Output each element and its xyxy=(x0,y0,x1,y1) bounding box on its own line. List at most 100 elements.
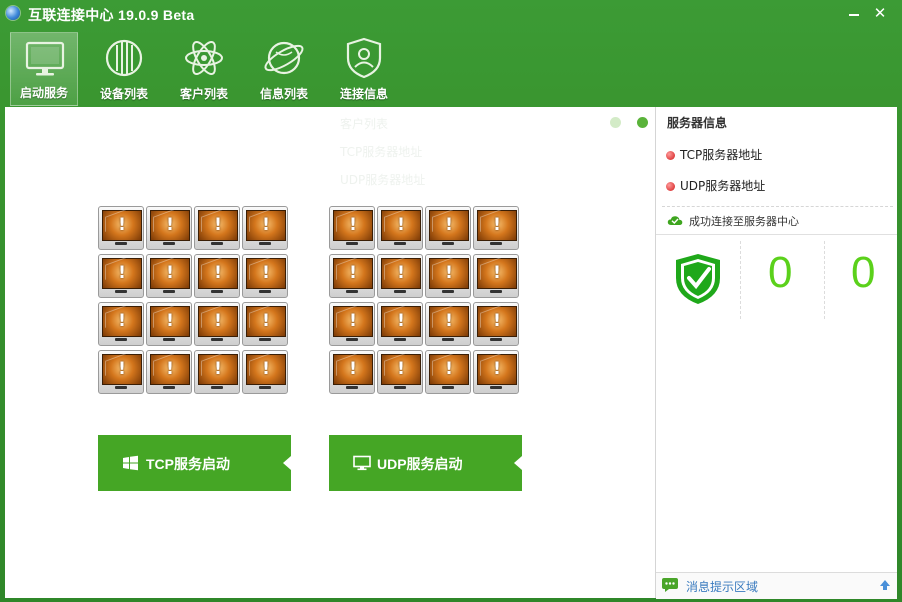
server-info-panel: 服务器信息 TCP服务器地址 UDP服务器地址 成功连接至服务器中心 0 0 消… xyxy=(655,107,897,599)
udp-device-monitor[interactable]: ! xyxy=(425,302,471,346)
globe-icon xyxy=(264,41,304,75)
toolbar-info-list[interactable]: 信息列表 xyxy=(250,32,318,106)
close-button[interactable]: ✕ xyxy=(870,4,890,22)
warning-icon: ! xyxy=(397,263,405,283)
udp-device-monitor[interactable]: ! xyxy=(473,302,519,346)
main-toolbar: 启动服务 设备列表 客户列表 信息列表 连接信息 xyxy=(10,32,410,106)
tcp-device-monitor[interactable]: ! xyxy=(146,254,192,298)
udp-device-monitor[interactable]: ! xyxy=(425,206,471,250)
tcp-device-monitor[interactable]: ! xyxy=(242,254,288,298)
toolbar-connection-info[interactable]: 连接信息 xyxy=(330,32,398,106)
message-bar[interactable]: 消息提示区域 xyxy=(656,572,897,599)
udp-device-monitor[interactable]: ! xyxy=(473,350,519,394)
toolbar-client-list[interactable]: 客户列表 xyxy=(170,32,238,106)
app-window: 互联连接中心 19.0.9 Beta ✕ 启动服务 设备列表 客户列表 信息列表… xyxy=(0,0,902,602)
monitor-stand xyxy=(346,338,358,341)
toolbar-label: 信息列表 xyxy=(259,87,308,101)
monitor-stand xyxy=(490,386,502,389)
status-bullet-icon xyxy=(666,151,675,160)
udp-device-monitor[interactable]: ! xyxy=(329,206,375,250)
window-title: 互联连接中心 19.0.9 Beta xyxy=(28,7,195,23)
warning-icon: ! xyxy=(214,359,222,379)
monitor-screen: ! xyxy=(381,306,421,337)
warning-icon: ! xyxy=(166,311,174,331)
tcp-device-monitor[interactable]: ! xyxy=(98,302,144,346)
monitor-stand xyxy=(442,290,454,293)
monitor-stand xyxy=(115,242,127,245)
monitor-stand xyxy=(115,290,127,293)
monitor-icon xyxy=(25,41,65,76)
monitor-screen: ! xyxy=(477,354,517,385)
udp-device-monitor[interactable]: ! xyxy=(377,302,423,346)
divider xyxy=(662,206,893,207)
tcp-device-monitor[interactable]: ! xyxy=(98,206,144,250)
arrow-up-icon[interactable] xyxy=(879,579,891,591)
udp-device-monitor[interactable]: ! xyxy=(425,350,471,394)
udp-device-monitor[interactable]: ! xyxy=(425,254,471,298)
udp-start-button[interactable]: UDP服务启动 xyxy=(329,435,522,491)
main-panel: 客户列表 TCP服务器地址 UDP服务器地址 !!!!!!!!!!!!!!!! … xyxy=(5,107,655,598)
status-bullet-icon xyxy=(666,182,675,191)
udp-device-monitor[interactable]: ! xyxy=(329,350,375,394)
cloud-check-icon xyxy=(667,216,683,225)
warning-icon: ! xyxy=(445,263,453,283)
tcp-device-monitor[interactable]: ! xyxy=(146,350,192,394)
monitor-stand xyxy=(394,338,406,341)
monitor-screen: ! xyxy=(198,258,238,289)
monitor-stand xyxy=(115,338,127,341)
toolbar-start-service[interactable]: 启动服务 xyxy=(10,32,78,106)
udp-device-grid: !!!!!!!!!!!!!!!! xyxy=(329,206,521,398)
udp-device-monitor[interactable]: ! xyxy=(377,206,423,250)
tcp-start-button[interactable]: TCP服务启动 xyxy=(98,435,291,491)
toolbar-device-list[interactable]: 设备列表 xyxy=(90,32,158,106)
monitor-stand xyxy=(346,386,358,389)
warning-icon: ! xyxy=(118,263,126,283)
monitor-screen: ! xyxy=(477,258,517,289)
monitor-stand xyxy=(259,338,271,341)
display-icon xyxy=(353,455,371,471)
windows-icon xyxy=(123,455,138,471)
udp-device-monitor[interactable]: ! xyxy=(377,254,423,298)
connection-status-text: 成功连接至服务器中心 xyxy=(689,215,799,228)
udp-device-monitor[interactable]: ! xyxy=(329,302,375,346)
tcp-device-monitor[interactable]: ! xyxy=(146,206,192,250)
udp-server-address: UDP服务器地址 xyxy=(666,177,765,194)
tcp-start-label: TCP服务启动 xyxy=(146,456,230,472)
tcp-device-monitor[interactable]: ! xyxy=(194,254,240,298)
monitor-screen: ! xyxy=(333,306,373,337)
monitor-stand xyxy=(394,290,406,293)
udp-device-monitor[interactable]: ! xyxy=(473,254,519,298)
warning-icon: ! xyxy=(349,311,357,331)
monitor-screen: ! xyxy=(150,306,190,337)
monitor-stand xyxy=(163,386,175,389)
warning-icon: ! xyxy=(118,359,126,379)
faint-text: TCP服务器地址 xyxy=(340,145,423,159)
monitor-stand xyxy=(394,386,406,389)
udp-device-monitor[interactable]: ! xyxy=(377,350,423,394)
user-shield-icon xyxy=(346,37,382,79)
warning-icon: ! xyxy=(166,359,174,379)
monitor-stand xyxy=(211,338,223,341)
udp-device-monitor[interactable]: ! xyxy=(329,254,375,298)
monitor-screen: ! xyxy=(429,306,469,337)
monitor-stand xyxy=(115,386,127,389)
monitor-stand xyxy=(490,290,502,293)
tcp-device-monitor[interactable]: ! xyxy=(98,350,144,394)
tcp-device-monitor[interactable]: ! xyxy=(194,302,240,346)
message-area-label: 消息提示区域 xyxy=(686,580,759,594)
app-logo-icon xyxy=(6,6,20,20)
tcp-device-monitor[interactable]: ! xyxy=(242,302,288,346)
monitor-screen: ! xyxy=(102,210,142,241)
toolbar-label: 设备列表 xyxy=(99,87,148,101)
warning-icon: ! xyxy=(214,215,222,235)
tcp-device-monitor[interactable]: ! xyxy=(194,350,240,394)
tcp-device-monitor[interactable]: ! xyxy=(194,206,240,250)
minimize-button[interactable] xyxy=(844,4,864,22)
tcp-device-monitor[interactable]: ! xyxy=(146,302,192,346)
tcp-device-monitor[interactable]: ! xyxy=(242,206,288,250)
monitor-stand xyxy=(259,290,271,293)
tcp-device-monitor[interactable]: ! xyxy=(98,254,144,298)
divider xyxy=(824,241,825,319)
tcp-device-monitor[interactable]: ! xyxy=(242,350,288,394)
udp-device-monitor[interactable]: ! xyxy=(473,206,519,250)
